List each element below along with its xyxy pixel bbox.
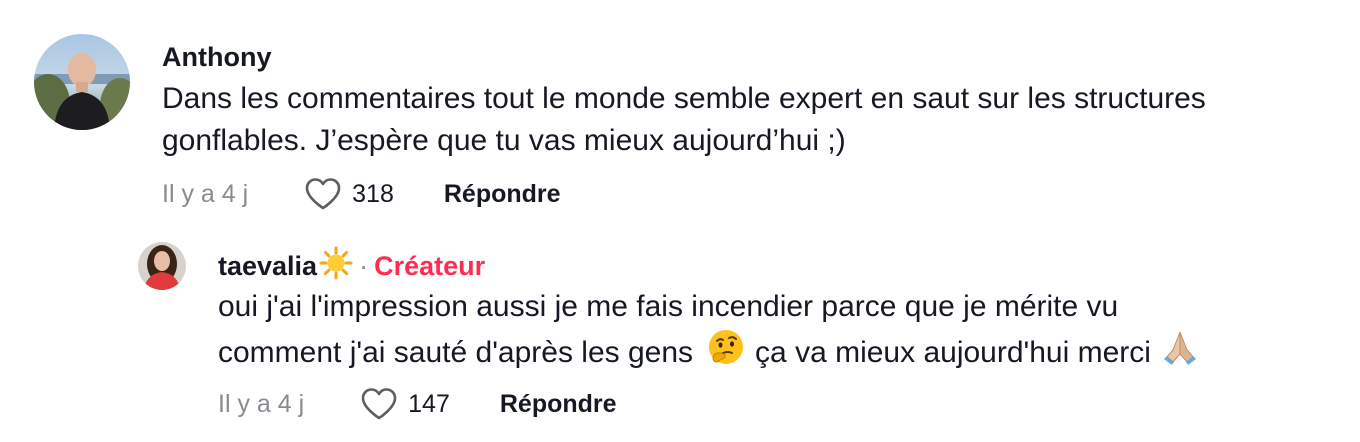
thinking-face-emoji-icon xyxy=(707,328,745,378)
creator-badge: Créateur xyxy=(374,250,486,281)
reply-text: oui j'ai l'impression aussi je me fais i… xyxy=(218,286,1338,378)
comment-like-count: 318 xyxy=(352,179,394,208)
comment-text: Dans les commentaires tout le monde semb… xyxy=(162,78,1332,162)
reply-reply-button[interactable]: Répondre xyxy=(500,390,617,419)
avatar[interactable] xyxy=(34,34,130,130)
heart-icon[interactable] xyxy=(360,387,398,421)
comment-like-button[interactable]: 318 xyxy=(304,177,394,211)
reply-item: taevalia · Créateur oui j'ai l'impressio… xyxy=(0,230,1360,442)
separator-dot: · xyxy=(359,250,369,281)
reply-header: taevalia · Créateur xyxy=(218,246,486,287)
reply-text-line-2-b: ça va mieux aujourd'hui merci xyxy=(755,336,1151,369)
folded-hands-emoji-icon xyxy=(1161,328,1199,378)
comment-text-line-2: gonflables. J’espère que tu vas mieux au… xyxy=(162,124,846,157)
comment-item: Anthony Dans les commentaires tout le mo… xyxy=(0,0,1360,230)
comment-reply-button[interactable]: Répondre xyxy=(444,180,561,209)
reply-like-button[interactable]: 147 xyxy=(360,387,450,421)
reply-text-line-2-a: comment j'ai sauté d'après les gens xyxy=(218,336,694,369)
comment-text-line-1: Dans les commentaires tout le monde semb… xyxy=(162,82,1206,115)
comment-meta: Il y a 4 j 318 Répondre xyxy=(162,174,561,214)
reply-like-count: 147 xyxy=(408,389,450,418)
comment-username[interactable]: Anthony xyxy=(162,40,271,74)
comment-timestamp: Il y a 4 j xyxy=(162,179,249,208)
heart-icon[interactable] xyxy=(304,177,342,211)
sun-emoji-icon xyxy=(319,246,353,287)
reply-avatar[interactable] xyxy=(138,242,186,290)
reply-text-line-1: oui j'ai l'impression aussi je me fais i… xyxy=(218,290,1119,323)
reply-timestamp: Il y a 4 j xyxy=(218,389,305,418)
reply-meta: Il y a 4 j 147 Répondre xyxy=(218,384,617,424)
reply-username[interactable]: taevalia xyxy=(218,251,317,282)
reply-text-line-2: comment j'ai sauté d'après les gens ça v… xyxy=(218,328,1338,378)
